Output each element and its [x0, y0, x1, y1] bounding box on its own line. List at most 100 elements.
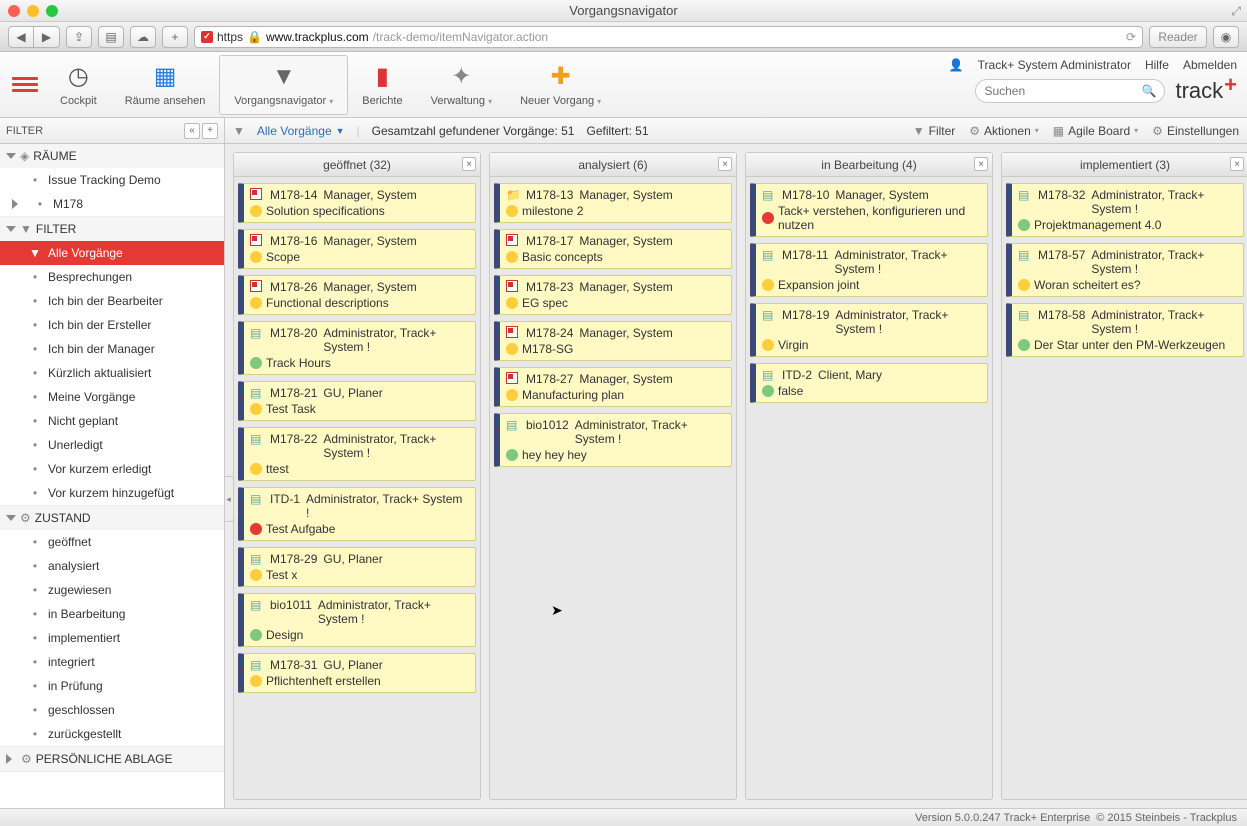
sidebar-item-nicht-geplant[interactable]: •Nicht geplant [0, 409, 224, 433]
issue-card[interactable]: M178-16Manager, SystemScope [238, 229, 476, 269]
issue-card[interactable]: ▤ITD-1Administrator, Track+ System !Test… [238, 487, 476, 541]
sidebar-item-geschlossen[interactable]: •geschlossen [0, 698, 224, 722]
close-column-button[interactable]: × [718, 157, 732, 171]
issue-card[interactable]: ▤M178-21GU, PlanerTest Task [238, 381, 476, 421]
logout-link[interactable]: Abmelden [1183, 58, 1237, 72]
current-user[interactable]: Track+ System Administrator [978, 58, 1131, 72]
hamburger-menu-icon[interactable] [12, 72, 38, 98]
share-button[interactable]: ⇪ [66, 26, 92, 48]
item-label: geöffnet [48, 535, 91, 549]
sidebar-item-analysiert[interactable]: •analysiert [0, 554, 224, 578]
user-menu-button[interactable]: ◉ [1213, 26, 1239, 48]
reload-icon[interactable]: ⟳ [1126, 30, 1136, 44]
sidebar-item-geöffnet[interactable]: •geöffnet [0, 530, 224, 554]
add-tab-button[interactable]: + [162, 26, 188, 48]
close-column-button[interactable]: × [1230, 157, 1244, 171]
issue-card[interactable]: ▤M178-31GU, PlanerPflichtenheft erstelle… [238, 653, 476, 693]
search-input[interactable] [984, 84, 1141, 98]
reader-button[interactable]: Reader [1149, 26, 1207, 48]
issue-card[interactable]: ▤bio1011Administrator, Track+ System !De… [238, 593, 476, 647]
sidebar-item-vor-kurzem-hinzugefügt[interactable]: •Vor kurzem hinzugefügt [0, 481, 224, 505]
active-filter-dropdown[interactable]: Alle Vorgänge ▼ [257, 124, 345, 138]
nav-räume-ansehen[interactable]: ▦Räume ansehen [111, 55, 220, 115]
sidebar-item-alle-vorgänge[interactable]: ▼Alle Vorgänge [0, 241, 224, 265]
issue-card[interactable]: M178-23Manager, SystemEG spec [494, 275, 732, 315]
sidebar-item-zurückgestellt[interactable]: •zurückgestellt [0, 722, 224, 746]
issue-card[interactable]: M178-17Manager, SystemBasic concepts [494, 229, 732, 269]
cloud-button[interactable]: ☁ [130, 26, 156, 48]
url-bar[interactable]: ✓ https 🔒 www.trackplus.com/track-demo/i… [194, 26, 1143, 48]
close-column-button[interactable]: × [462, 157, 476, 171]
close-column-button[interactable]: × [974, 157, 988, 171]
search-icon[interactable]: 🔍 [1142, 84, 1157, 98]
issue-card[interactable]: ▤bio1012Administrator, Track+ System !he… [494, 413, 732, 467]
sidebar-item-besprechungen[interactable]: •Besprechungen [0, 265, 224, 289]
sidebar-item-ich-bin-der-ersteller[interactable]: •Ich bin der Ersteller [0, 313, 224, 337]
nav-cockpit[interactable]: ◷Cockpit [46, 55, 111, 115]
sidebar-collapse-handle[interactable]: ◂ [225, 476, 234, 522]
sidebar-item-in-bearbeitung[interactable]: •in Bearbeitung [0, 602, 224, 626]
sidebar-item-issue-tracking-demo[interactable]: •Issue Tracking Demo [0, 168, 224, 192]
sidebar-item-in-prüfung[interactable]: •in Prüfung [0, 674, 224, 698]
card-title: Design [266, 628, 303, 642]
toolbar-einstellungen[interactable]: ⚙ Einstellungen [1152, 124, 1239, 138]
issue-card[interactable]: ▤M178-11Administrator, Track+ System !Ex… [750, 243, 988, 297]
collapse-sidebar-button[interactable]: « [184, 123, 200, 139]
global-search[interactable]: 🔍 [975, 79, 1165, 103]
card-type-icon: ▤ [250, 658, 264, 672]
issue-card[interactable]: M178-24Manager, SystemM178-SG [494, 321, 732, 361]
nav-verwaltung[interactable]: ✦Verwaltung ▾ [417, 55, 507, 115]
nav-label: Räume ansehen [125, 95, 206, 107]
card-id: M178-24 [526, 326, 573, 340]
card-type-icon: ▤ [762, 248, 776, 262]
toolbar-filter[interactable]: ▼ Filter [913, 124, 956, 138]
item-icon: • [33, 197, 47, 211]
issue-card[interactable]: M178-26Manager, SystemFunctional descrip… [238, 275, 476, 315]
help-link[interactable]: Hilfe [1145, 58, 1169, 72]
sidebar-item-vor-kurzem-erledigt[interactable]: •Vor kurzem erledigt [0, 457, 224, 481]
card-title: milestone 2 [522, 204, 583, 218]
issue-card[interactable]: ▤M178-57Administrator, Track+ System !Wo… [1006, 243, 1244, 297]
back-button[interactable]: ◀ [8, 26, 34, 48]
column-title: geöffnet (32) [323, 158, 391, 172]
sidebar-section-filter[interactable]: ▼FILTER [0, 217, 224, 241]
sidebar-item-m178[interactable]: •M178 [0, 192, 224, 216]
nav-vorgangsnavigator[interactable]: ▼Vorgangsnavigator ▾ [219, 55, 348, 115]
issue-card[interactable]: M178-14Manager, SystemSolution specifica… [238, 183, 476, 223]
sidebar-item-ich-bin-der-bearbeiter[interactable]: •Ich bin der Bearbeiter [0, 289, 224, 313]
issue-card[interactable]: ▤M178-32Administrator, Track+ System !Pr… [1006, 183, 1244, 237]
issue-card[interactable]: ▤M178-10Manager, SystemTack+ verstehen, … [750, 183, 988, 237]
forward-button[interactable]: ▶ [34, 26, 60, 48]
section-title: RÄUME [33, 149, 76, 163]
issue-card[interactable]: 📁M178-13Manager, Systemmilestone 2 [494, 183, 732, 223]
sidebar-section-räume[interactable]: ◈RÄUME [0, 144, 224, 168]
sidebar-item-unerledigt[interactable]: •Unerledigt [0, 433, 224, 457]
issue-card[interactable]: ▤M178-29GU, PlanerTest x [238, 547, 476, 587]
issue-card[interactable]: ▤M178-19Administrator, Track+ System !Vi… [750, 303, 988, 357]
issue-card[interactable]: M178-27Manager, SystemManufacturing plan [494, 367, 732, 407]
sidebar-item-integriert[interactable]: •integriert [0, 650, 224, 674]
bookmark-button[interactable]: ▤ [98, 26, 124, 48]
priority-icon [762, 339, 774, 351]
sidebar-item-implementiert[interactable]: •implementiert [0, 626, 224, 650]
card-type-icon: ▤ [762, 308, 776, 322]
toolbar-agile-board[interactable]: ▦ Agile Board ▾ [1053, 124, 1138, 138]
issue-card[interactable]: ▤ITD-2Client, Maryfalse [750, 363, 988, 403]
sidebar-item-kürzlich-aktualisiert[interactable]: •Kürzlich aktualisiert [0, 361, 224, 385]
card-owner: Administrator, Track+ System ! [1091, 188, 1237, 216]
nav-neuer-vorgang[interactable]: ✚Neuer Vorgang ▾ [506, 55, 615, 115]
toolbar-aktionen[interactable]: ⚙ Aktionen ▾ [969, 124, 1038, 138]
card-owner: Administrator, Track+ System ! [834, 248, 981, 276]
sidebar-item-meine-vorgänge[interactable]: •Meine Vorgänge [0, 385, 224, 409]
sidebar-item-zugewiesen[interactable]: •zugewiesen [0, 578, 224, 602]
add-filter-button[interactable]: + [202, 123, 218, 139]
fullscreen-icon[interactable]: ⤢ [1231, 4, 1241, 19]
sidebar-section-zustand[interactable]: ⚙ZUSTAND [0, 506, 224, 530]
issue-card[interactable]: ▤M178-58Administrator, Track+ System !De… [1006, 303, 1244, 357]
nav-berichte[interactable]: ▮Berichte [348, 55, 416, 115]
nav-label: Berichte [362, 95, 402, 107]
sidebar-item-ich-bin-der-manager[interactable]: •Ich bin der Manager [0, 337, 224, 361]
issue-card[interactable]: ▤M178-22Administrator, Track+ System !tt… [238, 427, 476, 481]
sidebar-section-persönliche ablage[interactable]: ⚙PERSÖNLICHE ABLAGE [0, 747, 224, 771]
issue-card[interactable]: ▤M178-20Administrator, Track+ System !Tr… [238, 321, 476, 375]
